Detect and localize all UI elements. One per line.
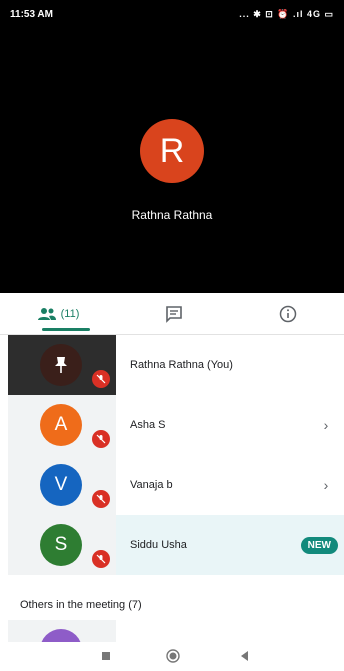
- participant-name: Vanaja b: [130, 479, 173, 491]
- participant-avatar: A: [40, 404, 82, 446]
- chat-icon: [166, 306, 182, 323]
- people-icon: [37, 308, 56, 320]
- participant-thumbnail: S: [8, 515, 116, 575]
- mic-off-icon: [92, 550, 110, 568]
- people-count: (11): [60, 308, 80, 320]
- participant-row-self[interactable]: Rathna Rathna (You): [8, 335, 344, 395]
- chevron-right-icon[interactable]: ›: [314, 477, 338, 493]
- pin-icon: [55, 357, 67, 373]
- new-badge: NEW: [300, 536, 338, 554]
- back-icon[interactable]: [238, 649, 252, 663]
- participant-avatar: S: [40, 524, 82, 566]
- status-indicators: ... ✱ ⊡ ⏰ .ıl 4G ▭: [239, 8, 334, 19]
- system-nav-bar: [0, 642, 344, 671]
- meeting-tabs: (11): [0, 293, 344, 335]
- tab-info[interactable]: [232, 293, 344, 335]
- participant-thumbnail: A: [8, 395, 116, 455]
- main-video-area[interactable]: R Rathna Rathna: [0, 28, 344, 293]
- mic-off-icon: [92, 370, 110, 388]
- participant-thumbnail[interactable]: [8, 620, 116, 642]
- self-avatar: [40, 344, 82, 386]
- presenter-avatar: R: [140, 119, 204, 183]
- participant-name: Asha S: [130, 419, 166, 431]
- recents-icon[interactable]: [99, 649, 113, 663]
- participant-row[interactable]: V Vanaja b ›: [8, 455, 344, 515]
- participant-thumbnail: [8, 335, 116, 395]
- participant-row[interactable]: S Siddu Usha NEW: [8, 515, 344, 575]
- participant-name: Rathna Rathna (You): [130, 359, 233, 371]
- home-icon[interactable]: [166, 649, 180, 663]
- mic-off-icon: [92, 430, 110, 448]
- participant-name: Siddu Usha: [130, 539, 187, 551]
- participant-avatar: V: [40, 464, 82, 506]
- others-section-label: Others in the meeting (7): [20, 599, 142, 611]
- info-icon: [279, 305, 297, 323]
- participant-avatar: [40, 629, 82, 642]
- participant-list: Rathna Rathna (You) A Asha S › V Vanaja …: [8, 335, 344, 575]
- participant-thumbnail: V: [8, 455, 116, 515]
- chevron-right-icon[interactable]: ›: [314, 417, 338, 433]
- status-bar: 11:53 AM ... ✱ ⊡ ⏰ .ıl 4G ▭: [0, 0, 344, 28]
- mic-off-icon: [92, 490, 110, 508]
- active-tab-indicator: [42, 328, 90, 331]
- tab-people[interactable]: (11): [0, 293, 116, 335]
- presenter-name: Rathna Rathna: [131, 208, 213, 222]
- tab-chat[interactable]: [116, 293, 232, 335]
- status-time: 11:53 AM: [10, 8, 53, 20]
- participant-row[interactable]: A Asha S ›: [8, 395, 344, 455]
